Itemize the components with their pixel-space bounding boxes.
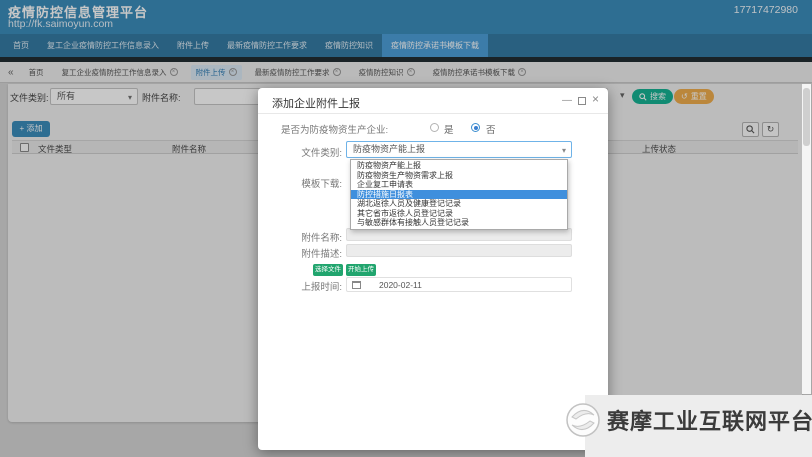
- supplier-question-label: 是否为防疫物资生产企业:: [281, 122, 388, 136]
- maximize-icon[interactable]: [578, 97, 586, 105]
- radio-no-label: 否: [486, 122, 496, 136]
- file-category-dropdown: 防疫物资产能上报 防疫物资生产物资需求上报 企业复工申请表 防控措施日报表 湖北…: [350, 159, 568, 230]
- screen: 疫情防控信息管理平台 http://fk.saimoyun.com 177174…: [0, 0, 812, 457]
- template-download-label: 模板下载:: [258, 176, 342, 190]
- modal-title: 添加企业附件上报: [272, 95, 360, 111]
- add-attachment-modal: 添加企业附件上报 — × 是否为防疫物资生产企业: 是 否 文件类别: 防疫物资…: [258, 88, 608, 450]
- upload-time-input[interactable]: 2020-02-11: [346, 277, 572, 292]
- attachment-desc-input[interactable]: [346, 244, 572, 257]
- attachment-desc-label: 附件描述:: [258, 246, 342, 260]
- dropdown-option[interactable]: 湖北返徐人员及健康登记记录: [351, 199, 567, 209]
- chevron-down-icon: ▾: [562, 143, 566, 158]
- dropdown-option[interactable]: 其它省市返徐人员登记记录: [351, 209, 567, 219]
- dropdown-option[interactable]: 与敏感群体有接触人员登记记录: [351, 218, 567, 228]
- scrollbar-track[interactable]: [802, 84, 811, 394]
- file-category-label: 文件类别:: [258, 145, 342, 159]
- calendar-icon: [352, 281, 361, 289]
- upload-time-label: 上报时间:: [258, 279, 342, 293]
- minimize-icon[interactable]: —: [562, 95, 572, 107]
- watermark-text: 赛摩工业互联网平台: [607, 404, 812, 436]
- upload-time-value: 2020-02-11: [379, 280, 422, 290]
- dropdown-option[interactable]: 防疫物资生产物资需求上报: [351, 171, 567, 181]
- radio-yes-label: 是: [444, 122, 454, 136]
- file-category-select[interactable]: 防疫物资产能上报 ▾: [346, 141, 572, 158]
- start-upload-button[interactable]: 开始上传: [346, 264, 376, 276]
- radio-no[interactable]: [471, 123, 480, 132]
- radio-yes[interactable]: [430, 123, 439, 132]
- scrollbar-thumb[interactable]: [803, 88, 810, 146]
- attachment-name-input[interactable]: [346, 228, 572, 241]
- dropdown-option-highlighted[interactable]: 防控措施日报表: [351, 190, 567, 200]
- modal-header: 添加企业附件上报 — ×: [258, 88, 608, 114]
- dropdown-option[interactable]: 防疫物资产能上报: [351, 161, 567, 171]
- choose-file-button[interactable]: 选择文件: [313, 264, 343, 276]
- attachment-name-label: 附件名称:: [258, 230, 342, 244]
- close-icon[interactable]: ×: [592, 93, 599, 105]
- saimo-swirl-logo-icon: [564, 401, 602, 439]
- brand-watermark: 赛摩工业互联网平台: [564, 401, 812, 439]
- dropdown-option[interactable]: 企业复工申请表: [351, 180, 567, 190]
